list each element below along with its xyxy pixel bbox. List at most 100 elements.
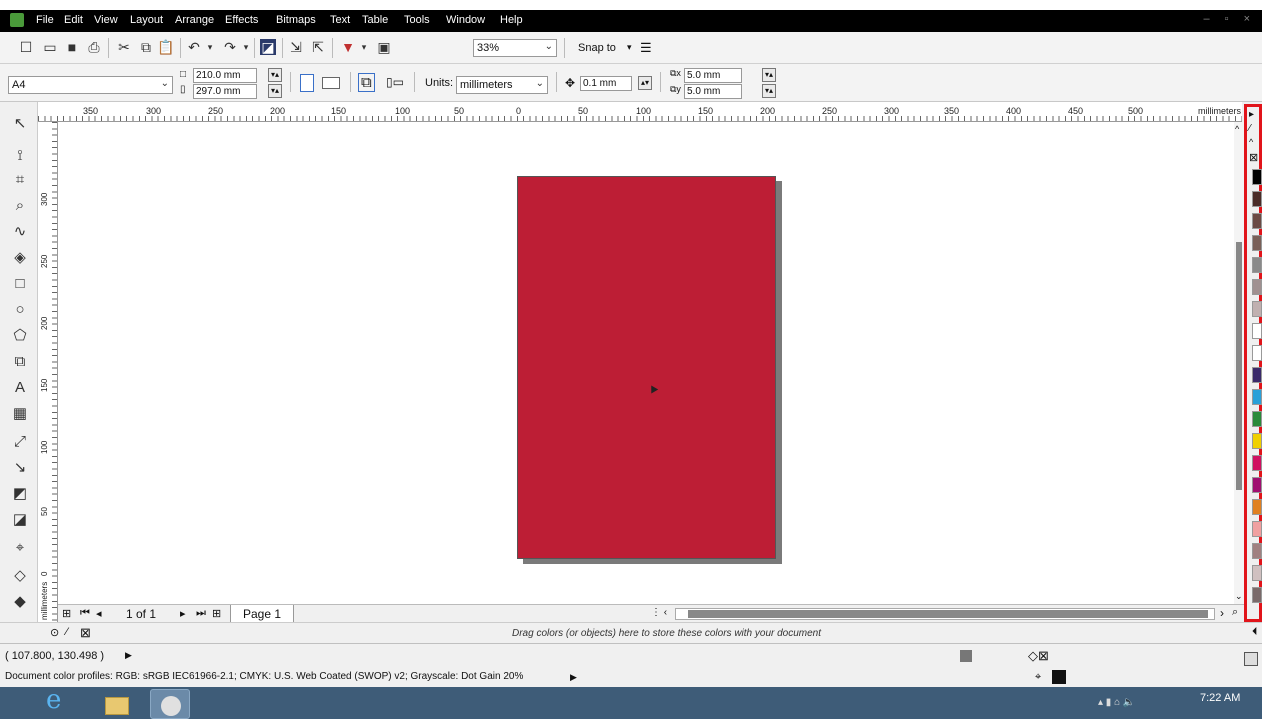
menu-window[interactable]: Window (446, 14, 485, 26)
zoom-level-combo[interactable]: 33% ⌄ (473, 39, 557, 57)
color-swatch[interactable] (1252, 521, 1262, 537)
first-page-icon[interactable]: ⏮ (80, 607, 90, 620)
scroll-left-icon[interactable]: ⋮ ‹ (651, 607, 667, 618)
publish-pdf-icon[interactable]: ▼ (340, 39, 356, 55)
color-swatch[interactable] (1252, 367, 1262, 383)
print-icon[interactable]: ⎙ (86, 39, 102, 55)
ellipse-tool-icon[interactable]: ○ (9, 300, 31, 320)
menu-tools[interactable]: Tools (404, 14, 430, 26)
color-swatch[interactable] (1252, 455, 1262, 471)
color-swatch[interactable] (1252, 169, 1262, 185)
cut-icon[interactable]: ✂ (116, 39, 132, 55)
outline-pen-tool-icon[interactable]: ◇ (9, 566, 31, 586)
duplicate-x-spinner[interactable]: ▾▴ (762, 68, 776, 82)
coreldraw-taskbar-icon[interactable] (150, 689, 190, 719)
menu-file[interactable]: File (36, 14, 54, 26)
internet-explorer-icon[interactable]: e (38, 685, 78, 719)
menu-arrange[interactable]: Arrange (175, 14, 214, 26)
snap-dropdown-icon[interactable]: ▾ (627, 42, 632, 53)
rectangle-tool-icon[interactable]: □ (9, 274, 31, 294)
coreldraw-app-icon[interactable] (10, 13, 24, 27)
scroll-up-icon[interactable]: ^ (1235, 124, 1239, 134)
redo-icon[interactable]: ↷ (222, 39, 238, 55)
menu-edit[interactable]: Edit (64, 14, 83, 26)
snap-to-button[interactable]: Snap to (578, 42, 616, 54)
eyedropper-icon[interactable]: ⁄ (1249, 123, 1251, 134)
vertical-scroll-thumb[interactable] (1236, 242, 1242, 490)
color-swatch[interactable] (1252, 191, 1262, 207)
height-spinner[interactable]: ▾▴ (268, 84, 282, 98)
blend-tool-icon[interactable]: ◩ (9, 484, 31, 504)
color-swatch[interactable] (1252, 477, 1262, 493)
color-profiles-text[interactable]: Document color profiles: RGB: sRGB IEC61… (5, 671, 523, 682)
file-explorer-icon[interactable] (97, 689, 137, 719)
palette-menu-icon[interactable]: ▸ (1249, 109, 1254, 120)
object-info-icon[interactable] (960, 650, 972, 662)
profiles-expand-icon[interactable]: ▶ (570, 672, 577, 683)
page-red-rectangle[interactable] (517, 176, 776, 559)
table-tool-icon[interactable]: ▦ (9, 404, 31, 424)
menu-text[interactable]: Text (330, 14, 350, 26)
fill-indicator-icon[interactable]: ◇⊠ (1028, 648, 1049, 664)
doc-palette-collapse-icon[interactable]: ⏴ (1252, 626, 1258, 639)
tray-icons[interactable]: ▴ ▮ ⌂ 🔈 (1098, 697, 1135, 708)
horizontal-ruler[interactable]: 350 300 250 200 150 100 50 0 50 100 150 … (38, 102, 1242, 122)
scroll-right-icon[interactable]: › (1220, 606, 1224, 620)
fill-tool-icon[interactable]: ◆ (9, 592, 31, 612)
window-controls[interactable]: – ▫ × (1203, 13, 1256, 25)
clock-time[interactable]: 7:22 AM (1200, 692, 1240, 704)
page-size-combo[interactable]: A4 ⌄ (8, 76, 173, 94)
units-combo[interactable]: millimeters ⌄ (456, 76, 548, 94)
copy-icon[interactable]: ⧉ (138, 39, 154, 55)
zoom-navigator-icon[interactable]: ⌕ (1232, 606, 1238, 619)
options-icon[interactable]: ☰ (640, 40, 652, 56)
polygon-tool-icon[interactable]: ⬠ (9, 326, 31, 346)
open-folder-icon[interactable]: ▭ (42, 39, 58, 55)
duplicate-x-field[interactable]: 5.0 mm (684, 68, 742, 83)
import-icon[interactable]: ⇲ (288, 39, 304, 55)
color-swatch[interactable] (1252, 323, 1262, 339)
color-swatch[interactable] (1252, 257, 1262, 273)
tab-page-1[interactable]: Page 1 (230, 605, 295, 623)
portrait-button[interactable] (300, 74, 314, 92)
undo-icon[interactable]: ↶ (186, 39, 202, 55)
page-width-field[interactable]: 210.0 mm (193, 68, 257, 83)
smart-fill-tool-icon[interactable]: ◈ (9, 248, 31, 268)
doc-palette-eyedropper-icon[interactable]: ⁄ (66, 626, 68, 638)
drawing-canvas[interactable] (58, 122, 1244, 604)
color-swatch[interactable] (1252, 345, 1262, 361)
color-swatch[interactable] (1252, 213, 1262, 229)
color-swatch[interactable] (1252, 587, 1262, 603)
shape-tool-icon[interactable]: ⟟ (9, 146, 31, 166)
color-swatch[interactable] (1252, 389, 1262, 405)
undo-dropdown-icon[interactable]: ▾ (202, 39, 218, 55)
color-swatch[interactable] (1252, 565, 1262, 581)
menu-effects[interactable]: Effects (225, 14, 258, 26)
export-icon[interactable]: ⇱ (310, 39, 326, 55)
color-swatch[interactable] (1252, 543, 1262, 559)
coords-expand-icon[interactable]: ▶ (125, 650, 132, 661)
menu-help[interactable]: Help (500, 14, 523, 26)
menu-table[interactable]: Table (362, 14, 388, 26)
previous-page-icon[interactable]: ◂ (96, 607, 102, 620)
last-page-icon[interactable]: ⏭ (196, 607, 206, 620)
crop-tool-icon[interactable]: ⌗ (9, 170, 31, 190)
scroll-down-icon[interactable]: ⌄ (1235, 591, 1243, 602)
width-spinner[interactable]: ▾▴ (268, 68, 282, 82)
nudge-distance-field[interactable]: 0.1 mm (580, 76, 632, 91)
dimension-tool-icon[interactable]: ⤢ (9, 432, 31, 452)
connector-tool-icon[interactable]: ↘ (9, 458, 31, 478)
basic-shapes-tool-icon[interactable]: ⧉ (9, 352, 31, 372)
all-pages-icon[interactable]: ⧉ (358, 73, 375, 92)
user-avatar-icon[interactable] (1244, 652, 1258, 666)
nudge-spinner[interactable]: ▴▾ (638, 76, 652, 90)
redo-dropdown-icon[interactable]: ▾ (238, 39, 254, 55)
horizontal-scroll-thumb[interactable] (688, 610, 1208, 618)
search-content-icon[interactable]: ◪ (260, 39, 276, 55)
current-page-icon[interactable]: ▯▭ (386, 75, 404, 89)
next-page-icon[interactable]: ▸ (180, 607, 186, 620)
application-launcher-icon[interactable]: ▣ (376, 39, 392, 55)
color-swatch[interactable] (1252, 411, 1262, 427)
new-document-icon[interactable]: ☐ (18, 39, 34, 55)
doc-no-color-icon[interactable]: ⊠ (80, 625, 91, 641)
